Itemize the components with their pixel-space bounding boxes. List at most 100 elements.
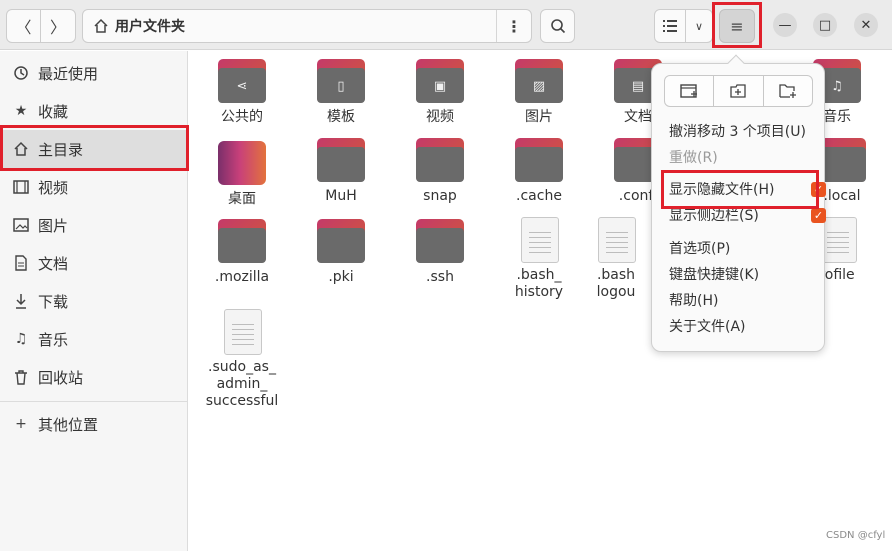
location-title: 用户文件夹 (115, 19, 185, 35)
sidebar-item-documents[interactable]: 文档 (0, 244, 188, 282)
film-icon: ▣ (433, 78, 447, 94)
file-bash-history[interactable]: .bash_ history (489, 217, 589, 301)
file-name: .ssh (426, 269, 454, 285)
new-window-button[interactable] (665, 76, 715, 106)
forward-button[interactable]: 〉 (40, 9, 76, 43)
folder-icon: ▨ (515, 59, 563, 103)
file-name: .sudo_as_ admin_ successful (205, 359, 279, 409)
path-bar[interactable]: 用户文件夹 ⋮ (82, 9, 532, 43)
folder-icon: ▯ (317, 59, 365, 103)
file-name: MuH (325, 188, 357, 204)
sidebar-divider (0, 401, 188, 402)
new-folder-button[interactable] (764, 76, 812, 106)
file-name: 视频 (426, 109, 454, 125)
folder-icon (317, 219, 365, 263)
sidebar-item-videos[interactable]: 视频 (0, 168, 188, 206)
menu-item-preferences[interactable]: 首选项(P) (669, 238, 814, 260)
chevron-down-icon: ∨ (694, 19, 704, 33)
file-name: .pki (328, 269, 354, 285)
folder-videos[interactable]: ▣ 视频 (390, 59, 490, 126)
maximize-icon: □ (818, 17, 832, 33)
sidebar-item-label: 最近使用 (38, 64, 99, 83)
sidebar-item-other-locations[interactable]: + 其他位置 (0, 405, 188, 443)
music-icon: ♫ (14, 331, 28, 347)
template-icon: ▯ (337, 78, 345, 94)
folder-muh[interactable]: MuH (291, 138, 391, 205)
folder-public[interactable]: ⋖ 公共的 (192, 59, 292, 126)
folder-icon (416, 138, 464, 182)
file-bash-logout[interactable]: .bash logou (588, 217, 644, 301)
sidebar-item-label: 音乐 (38, 330, 69, 349)
trash-icon (12, 368, 30, 386)
menu-item-undo[interactable]: 撤消移动 3 个项目(U) (669, 121, 814, 143)
highlight-box-show-hidden (661, 170, 819, 209)
back-button[interactable]: 〈 (6, 9, 41, 43)
maximize-button[interactable]: □ (813, 13, 837, 37)
file-name: 模板 (327, 109, 355, 125)
sidebar-item-recent[interactable]: 最近使用 (0, 54, 188, 92)
sidebar-item-label: 图片 (38, 216, 69, 235)
view-options-button[interactable]: ∨ (685, 9, 713, 43)
search-icon (550, 19, 565, 34)
minimize-icon: — (778, 17, 792, 33)
sidebar-item-label: 视频 (38, 178, 69, 197)
image-icon: ▨ (532, 78, 546, 94)
plus-icon: + (15, 416, 27, 432)
menu-item-help[interactable]: 帮助(H) (669, 290, 814, 312)
folder-pki[interactable]: .pki (291, 219, 391, 286)
sidebar-item-label: 回收站 (38, 368, 84, 387)
folder-snap[interactable]: snap (390, 138, 490, 205)
search-button[interactable] (540, 9, 575, 43)
folder-icon: ▣ (416, 59, 464, 103)
watermark: CSDN @cfyl (826, 530, 886, 541)
folder-icon (218, 219, 266, 263)
file-name: .mozilla (214, 269, 270, 285)
text-file-icon (218, 309, 266, 355)
minimize-button[interactable]: — (773, 13, 797, 37)
folder-icon: ⋖ (218, 59, 266, 103)
folder-pictures[interactable]: ▨ 图片 (489, 59, 589, 126)
folder-icon (515, 138, 563, 182)
more-vertical-icon: ⋮ (506, 16, 522, 36)
menu-item-about[interactable]: 关于文件(A) (669, 316, 814, 338)
text-file-icon (515, 217, 563, 263)
folder-icon (818, 138, 866, 182)
file-sudo-as-admin-successful[interactable]: .sudo_as_ admin_ successful (192, 309, 292, 410)
share-icon: ⋖ (236, 78, 248, 94)
list-view-icon (663, 20, 677, 32)
menu-item-redo[interactable]: 重做(R) (669, 147, 814, 169)
folder-ssh[interactable]: .ssh (390, 219, 490, 286)
folder-cache[interactable]: .cache (489, 138, 589, 205)
sidebar-item-music[interactable]: ♫ 音乐 (0, 320, 188, 358)
new-window-icon (680, 84, 698, 98)
download-icon (12, 292, 30, 310)
highlight-box-home (0, 125, 189, 171)
new-tab-button[interactable] (714, 76, 764, 106)
desktop-folder-icon (218, 141, 266, 185)
star-icon: ★ (14, 103, 28, 119)
show-sidebar-checkbox[interactable]: ✓ (811, 208, 826, 223)
folder-icon (317, 138, 365, 182)
sidebar-item-downloads[interactable]: 下载 (0, 282, 188, 320)
folder-desktop[interactable]: 桌面 (192, 141, 292, 208)
image-icon (12, 216, 30, 234)
file-name: 图片 (525, 109, 553, 125)
chevron-left-icon: 〈 (15, 18, 32, 37)
list-view-button[interactable] (654, 9, 686, 43)
sidebar-item-label: 文档 (38, 254, 69, 273)
highlight-box-menu-button (712, 2, 762, 48)
file-name: .bash_ history (514, 267, 564, 300)
new-folder-icon (779, 84, 796, 98)
file-name: .cache (516, 188, 562, 204)
sidebar-item-pictures[interactable]: 图片 (0, 206, 188, 244)
path-more-button[interactable]: ⋮ (497, 10, 531, 42)
folder-mozilla[interactable]: .mozilla (192, 219, 292, 286)
menu-item-keyboard-shortcuts[interactable]: 键盘快捷键(K) (669, 264, 814, 286)
sidebar-item-label: 下载 (38, 292, 69, 311)
close-icon: ✕ (860, 17, 872, 33)
film-icon (12, 178, 30, 196)
sidebar-item-trash[interactable]: 回收站 (0, 358, 188, 396)
file-name: 公共的 (221, 109, 263, 125)
folder-templates[interactable]: ▯ 模板 (291, 59, 391, 126)
close-button[interactable]: ✕ (854, 13, 878, 37)
